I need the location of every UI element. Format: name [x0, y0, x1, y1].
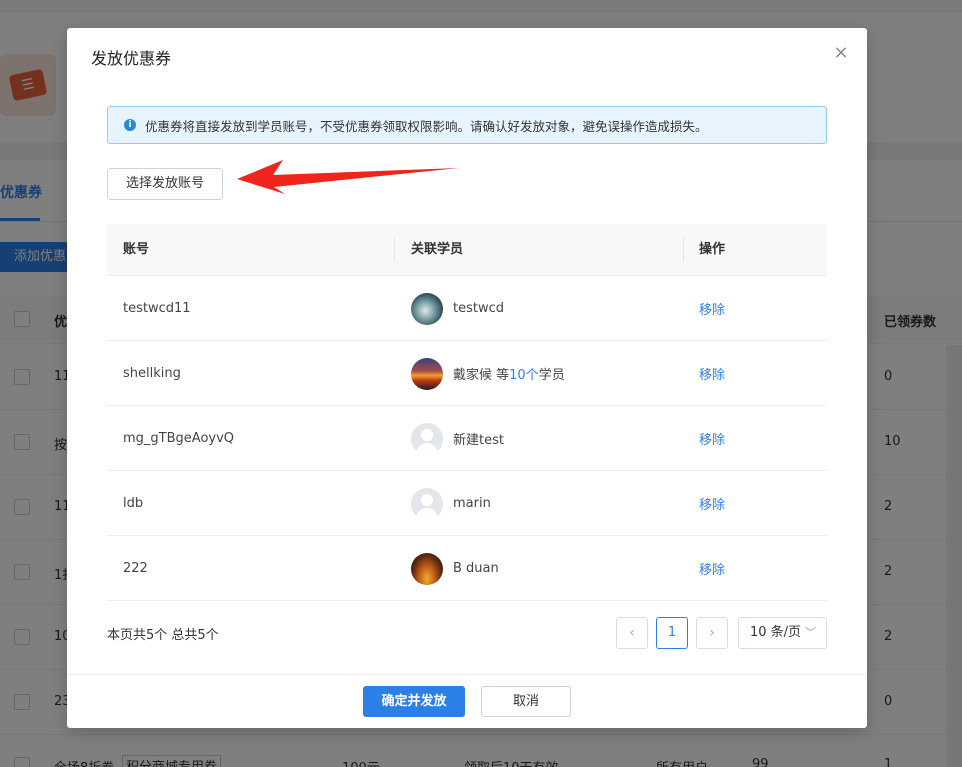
remove-link[interactable]: 移除	[699, 471, 725, 536]
table-row: testwcd11 testwcd 移除	[107, 276, 827, 341]
page-size-value: 10 条/页	[750, 625, 802, 640]
student-cell: 新建test	[411, 406, 504, 471]
next-page-button[interactable]: ›	[696, 617, 728, 649]
prev-page-button[interactable]: ‹	[616, 617, 648, 649]
dialog-title: 发放优惠券	[91, 49, 172, 68]
student-cell: testwcd	[411, 276, 504, 341]
student-name: B duan	[453, 561, 499, 576]
student-count-link[interactable]: 10个	[509, 364, 539, 383]
student-cell: marin	[411, 471, 491, 536]
chevron-down-icon: ﹀	[805, 626, 816, 639]
column-divider	[683, 238, 684, 262]
red-arrow-annotation	[237, 160, 459, 194]
avatar	[411, 292, 443, 325]
page-size-select[interactable]: 10 条/页 ﹀	[738, 617, 827, 649]
info-icon: i	[124, 119, 136, 131]
default-avatar-icon	[411, 422, 443, 455]
alert-message: 优惠券将直接发放到学员账号，不受优惠券领取权限影响。请确认好发放对象，避免误操作…	[145, 118, 708, 134]
student-cell: B duan	[411, 536, 499, 601]
select-accounts-button[interactable]: 选择发放账号	[107, 168, 223, 200]
account-cell: 222	[123, 561, 148, 576]
page-summary: 本页共5个 总共5个	[107, 628, 219, 643]
cancel-button[interactable]: 取消	[481, 686, 571, 717]
account-cell: mg_gTBgeAoyvQ	[123, 431, 235, 446]
remove-link[interactable]: 移除	[699, 406, 725, 471]
column-header-student: 关联学员	[411, 242, 464, 257]
issue-coupon-dialog: 发放优惠券 × i 优惠券将直接发放到学员账号，不受优惠券领取权限影响。请确认好…	[67, 28, 867, 728]
page-1-button[interactable]: 1	[656, 617, 688, 649]
student-name: testwcd	[453, 301, 504, 316]
table-row: shellking 戴家候 等 10个 学员 移除	[107, 341, 827, 406]
student-cell: 戴家候 等 10个 学员	[411, 341, 565, 406]
student-name: 新建test	[453, 433, 504, 448]
student-name: marin	[453, 496, 491, 511]
confirm-issue-button[interactable]: 确定并发放	[363, 686, 465, 717]
accounts-table: 账号 关联学员 操作 testwcd11 testwcd 移除 shellkin…	[107, 224, 827, 601]
account-cell: ldb	[123, 496, 144, 511]
default-avatar-icon	[411, 487, 443, 520]
avatar	[411, 552, 443, 585]
info-alert: i 优惠券将直接发放到学员账号，不受优惠券领取权限影响。请确认好发放对象，避免误…	[107, 106, 827, 144]
close-icon[interactable]: ×	[831, 43, 851, 63]
table-header: 账号 关联学员 操作	[107, 224, 827, 276]
remove-link[interactable]: 移除	[699, 276, 725, 341]
account-cell: shellking	[123, 366, 181, 381]
column-header-action: 操作	[699, 242, 726, 257]
account-cell: testwcd11	[123, 301, 191, 316]
table-row: ldb marin 移除	[107, 471, 827, 536]
table-row: mg_gTBgeAoyvQ 新建test 移除	[107, 406, 827, 471]
student-suffix: 学员	[538, 368, 565, 383]
footer-divider	[67, 674, 867, 675]
table-row: 222 B duan 移除	[107, 536, 827, 601]
remove-link[interactable]: 移除	[699, 536, 725, 601]
column-header-account: 账号	[123, 242, 150, 257]
avatar	[411, 357, 443, 390]
remove-link[interactable]: 移除	[699, 341, 725, 406]
column-divider	[394, 238, 395, 262]
student-name: 戴家候 等	[453, 368, 510, 383]
